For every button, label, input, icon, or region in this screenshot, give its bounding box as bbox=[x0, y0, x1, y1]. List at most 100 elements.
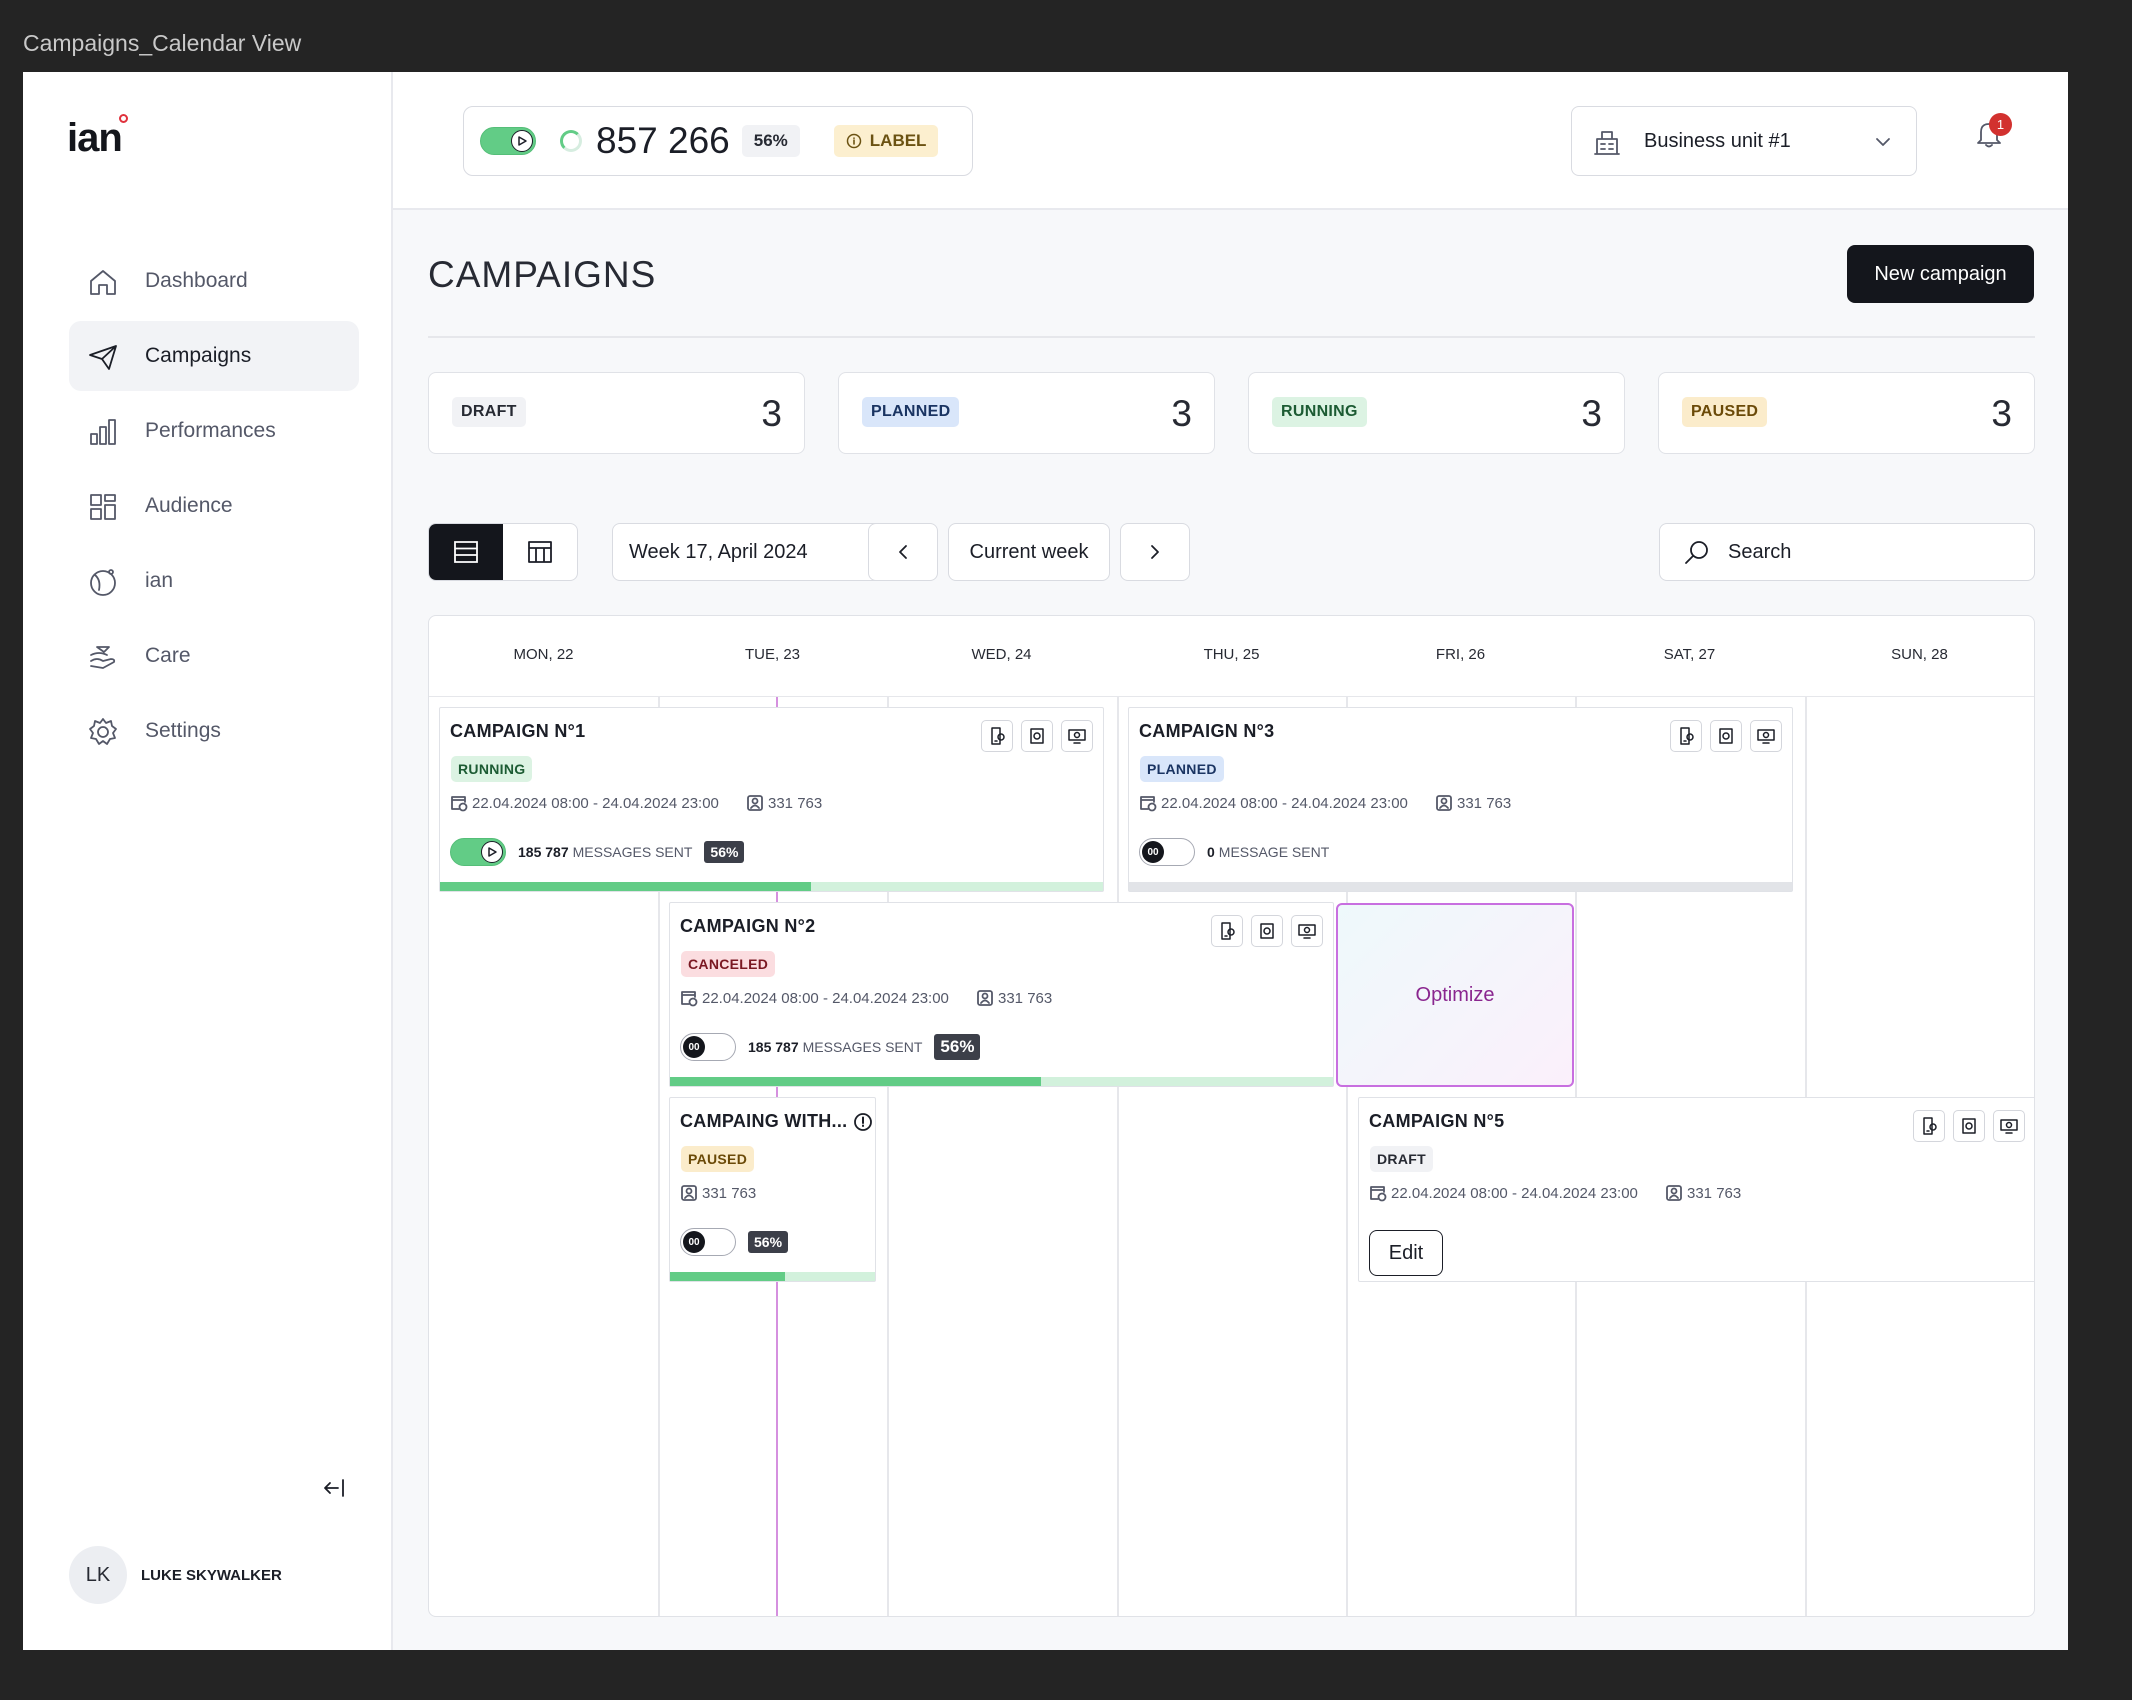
email-channel-icon[interactable] bbox=[1021, 720, 1053, 752]
frame-title: Campaigns_Calendar View bbox=[23, 30, 302, 56]
campaign-dates: 22.04.2024 08:00 - 24.04.2024 23:00 bbox=[450, 794, 719, 812]
metric-percentage: 56% bbox=[741, 125, 800, 157]
email-channel-icon[interactable] bbox=[1953, 1110, 1985, 1142]
sidebar-item-settings[interactable]: Settings bbox=[69, 696, 359, 766]
sidebar-item-ian[interactable]: ian bbox=[69, 546, 359, 616]
channel-icons bbox=[1913, 1110, 2025, 1142]
day-header: TUE, 23 bbox=[744, 646, 801, 663]
global-run-toggle[interactable] bbox=[480, 127, 536, 155]
stat-card-draft[interactable]: DRAFT 3 bbox=[428, 372, 805, 454]
sms-channel-icon[interactable] bbox=[981, 720, 1013, 752]
email-channel-icon[interactable] bbox=[1251, 915, 1283, 947]
previous-week-button[interactable] bbox=[868, 523, 938, 581]
audience-count: 331 763 bbox=[1457, 794, 1512, 812]
building-icon bbox=[1594, 131, 1620, 155]
calendar-view-button[interactable] bbox=[503, 524, 577, 580]
warning-icon bbox=[854, 1112, 873, 1131]
app-window: ian Dashboard Campaigns Performances Aud… bbox=[23, 72, 2068, 1650]
metric-value: 857 266 bbox=[596, 120, 730, 161]
email-channel-icon[interactable] bbox=[1710, 720, 1742, 752]
gear-icon bbox=[89, 718, 117, 745]
status-badge: CANCELED bbox=[681, 951, 776, 977]
sidebar-item-label: Settings bbox=[145, 719, 221, 742]
current-week-button[interactable]: Current week bbox=[948, 523, 1110, 581]
web-channel-icon[interactable] bbox=[1993, 1110, 2025, 1142]
edit-button[interactable]: Edit bbox=[1369, 1230, 1443, 1276]
user-profile[interactable]: LK LUKE SKYWALKER bbox=[69, 1546, 282, 1604]
sent-count: 0 bbox=[1207, 844, 1215, 860]
progress-fill bbox=[670, 1077, 1042, 1086]
collapse-sidebar-icon[interactable] bbox=[320, 1474, 348, 1502]
campaign-title: CAMPAING WITH... bbox=[680, 1111, 848, 1131]
logo-dot-icon bbox=[119, 114, 128, 123]
sent-label: MESSAGE SENT bbox=[1218, 844, 1330, 860]
progress-spinner-icon bbox=[560, 130, 582, 152]
sms-channel-icon[interactable] bbox=[1913, 1110, 1945, 1142]
day-header: SUN, 28 bbox=[1891, 646, 1948, 663]
search-icon bbox=[1685, 541, 1708, 564]
page-title: CAMPAIGNS bbox=[428, 254, 657, 295]
week-value: Week 17, April 2024 bbox=[629, 540, 808, 563]
new-campaign-button[interactable]: New campaign bbox=[1847, 245, 2034, 303]
pause-icon: 00 bbox=[1142, 841, 1164, 863]
campaign-run-toggle[interactable]: 00 bbox=[1139, 838, 1195, 866]
sidebar-item-audience[interactable]: Audience bbox=[69, 471, 359, 541]
audience-count: 331 763 bbox=[702, 1184, 757, 1202]
progress-fill bbox=[670, 1272, 785, 1281]
calendar-header: MON, 22 TUE, 23 WED, 24 THU, 25 FRI, 26 … bbox=[429, 616, 2034, 697]
campaign-run-toggle[interactable] bbox=[450, 838, 506, 866]
stat-card-running[interactable]: RUNNING 3 bbox=[1248, 372, 1625, 454]
sidebar-item-campaigns[interactable]: Campaigns bbox=[69, 321, 359, 391]
sidebar-item-dashboard[interactable]: Dashboard bbox=[69, 246, 359, 316]
logo[interactable]: ian bbox=[67, 114, 128, 161]
campaign-title: CAMPAIGN N°5 bbox=[1369, 1111, 1505, 1131]
sidebar-item-label: ian bbox=[145, 569, 174, 592]
home-icon bbox=[90, 270, 116, 295]
list-view-icon bbox=[454, 541, 478, 563]
info-icon bbox=[846, 133, 862, 149]
sidebar-item-care[interactable]: Care bbox=[69, 621, 359, 691]
sidebar-item-performances[interactable]: Performances bbox=[69, 396, 359, 466]
web-channel-icon[interactable] bbox=[1750, 720, 1782, 752]
campaign-card-5[interactable]: CAMPAIGN N°5 DRAFT 22.04.2024 08:00 - 24… bbox=[1358, 1097, 2034, 1282]
stat-card-paused[interactable]: PAUSED 3 bbox=[1658, 372, 2035, 454]
day-header: SAT, 27 bbox=[1663, 646, 1716, 663]
stat-card-planned[interactable]: PLANNED 3 bbox=[838, 372, 1215, 454]
business-unit-select[interactable]: Business unit #1 bbox=[1571, 106, 1917, 176]
audience-icon bbox=[977, 990, 993, 1006]
sent-percentage: 56% bbox=[704, 841, 745, 863]
channel-icons bbox=[1670, 720, 1782, 752]
campaign-run-toggle[interactable]: 00 bbox=[680, 1228, 736, 1256]
campaign-card-4[interactable]: CAMPAING WITH... PAUSED 331 763 00 56% bbox=[669, 1097, 876, 1282]
next-week-button[interactable] bbox=[1120, 523, 1190, 581]
user-name: LUKE SKYWALKER bbox=[141, 1566, 282, 1584]
sidebar-nav: Dashboard Campaigns Performances Audienc… bbox=[69, 246, 359, 771]
optimize-slot[interactable]: Optimize bbox=[1336, 903, 1574, 1087]
campaign-card-3[interactable]: CAMPAIGN N°3 PLANNED 22.04.2024 08:00 - … bbox=[1128, 707, 1793, 892]
status-badge: RUNNING bbox=[451, 756, 533, 782]
sent-label: MESSAGES SENT bbox=[802, 1039, 923, 1055]
progress-fill bbox=[440, 882, 812, 891]
campaign-run-toggle[interactable]: 00 bbox=[680, 1033, 736, 1061]
campaign-card-1[interactable]: CAMPAIGN N°1 RUNNING 22.04.2024 08:00 - … bbox=[439, 707, 1104, 892]
search-input[interactable]: Search bbox=[1659, 523, 2035, 581]
send-icon bbox=[89, 345, 117, 370]
status-badge: PLANNED bbox=[1140, 756, 1224, 782]
sidebar-item-label: Audience bbox=[145, 494, 233, 517]
stat-count: 3 bbox=[1581, 393, 1602, 434]
stat-count: 3 bbox=[761, 393, 782, 434]
grid-icon bbox=[90, 494, 116, 520]
web-channel-icon[interactable] bbox=[1291, 915, 1323, 947]
audience-count: 331 763 bbox=[768, 794, 823, 812]
campaign-card-2[interactable]: CAMPAIGN N°2 CANCELED 22.04.2024 08:00 -… bbox=[669, 902, 1334, 1087]
sms-channel-icon[interactable] bbox=[1211, 915, 1243, 947]
chevron-left-icon bbox=[899, 545, 907, 559]
divider bbox=[428, 336, 2035, 338]
web-channel-icon[interactable] bbox=[1061, 720, 1093, 752]
sidebar-item-label: Care bbox=[145, 644, 191, 667]
sms-channel-icon[interactable] bbox=[1670, 720, 1702, 752]
list-view-button[interactable] bbox=[429, 524, 503, 580]
stat-count: 3 bbox=[1171, 393, 1192, 434]
search-placeholder: Search bbox=[1728, 540, 1792, 563]
sent-count: 185 787 bbox=[518, 844, 569, 860]
